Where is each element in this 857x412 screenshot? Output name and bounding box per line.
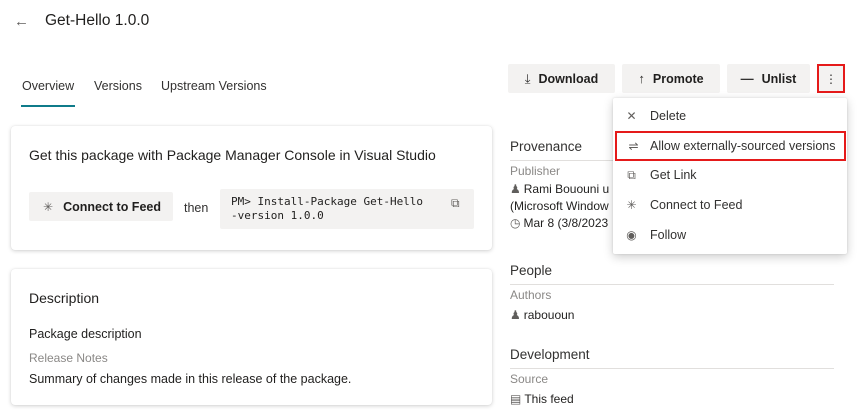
person-icon: ♟ bbox=[510, 182, 521, 196]
people-divider bbox=[510, 284, 834, 285]
install-card-heading: Get this package with Package Manager Co… bbox=[29, 147, 436, 163]
download-label: Download bbox=[538, 71, 599, 86]
unlist-label: Unlist bbox=[761, 71, 797, 86]
package-description: Package description bbox=[29, 327, 142, 341]
unlist-button[interactable]: — Unlist bbox=[727, 64, 810, 93]
install-card: Get this package with Package Manager Co… bbox=[11, 126, 492, 250]
feed-icon: ▤ bbox=[510, 392, 522, 406]
source-label: Source bbox=[510, 372, 549, 386]
back-arrow-icon[interactable]: ← bbox=[14, 13, 32, 31]
minus-icon: — bbox=[740, 71, 754, 86]
more-vertical-icon: ⋮ bbox=[825, 71, 837, 86]
plug-icon: ✳ bbox=[626, 198, 637, 212]
author-name: ♟ rabououn bbox=[510, 308, 575, 322]
menu-item-delete[interactable]: ✕ Delete bbox=[613, 102, 847, 130]
more-options-button[interactable]: ⋮ bbox=[817, 64, 845, 93]
install-command[interactable]: PM> Install-Package Get-Hello -version 1… bbox=[220, 189, 474, 229]
menu-item-follow[interactable]: ◉ Follow bbox=[613, 221, 847, 249]
publisher-org: (Microsoft Window bbox=[510, 199, 609, 213]
authors-label: Authors bbox=[510, 288, 552, 302]
download-button[interactable]: ⤓ Download bbox=[508, 64, 615, 93]
then-label: then bbox=[184, 201, 209, 215]
more-options-menu: ✕ Delete ⇌ Allow externally-sourced vers… bbox=[613, 98, 847, 254]
arrow-up-icon: ↑ bbox=[638, 71, 645, 86]
sliders-icon: ⇌ bbox=[628, 139, 639, 153]
connect-to-feed-label: Connect to Feed bbox=[63, 199, 161, 214]
tab-active-indicator bbox=[21, 105, 75, 107]
menu-item-allow-externally-sourced-versions[interactable]: ⇌ Allow externally-sourced versions bbox=[615, 131, 846, 161]
download-icon: ⤓ bbox=[524, 70, 531, 86]
page-title: Get-Hello 1.0.0 bbox=[45, 12, 150, 29]
connect-to-feed-button[interactable]: ✳ Connect to Feed bbox=[29, 192, 173, 221]
copy-icon: ⧉ bbox=[627, 167, 636, 182]
clock-icon: ◷ bbox=[510, 216, 521, 230]
tab-overview[interactable]: Overview bbox=[22, 79, 74, 93]
menu-item-connect-to-feed[interactable]: ✳ Connect to Feed bbox=[613, 191, 847, 219]
publisher-label: Publisher bbox=[510, 164, 561, 178]
description-card: Description Package description Release … bbox=[11, 269, 492, 405]
eye-icon: ◉ bbox=[626, 228, 637, 242]
close-icon: ✕ bbox=[626, 109, 637, 123]
tab-versions[interactable]: Versions bbox=[94, 79, 142, 93]
people-title: People bbox=[510, 263, 553, 278]
promote-button[interactable]: ↑ Promote bbox=[622, 64, 720, 93]
development-divider bbox=[510, 368, 834, 369]
copy-icon[interactable]: ⧉ bbox=[451, 196, 460, 211]
publish-date: ◷ Mar 8 (3/8/2023 bbox=[510, 216, 609, 230]
tab-upstream-versions[interactable]: Upstream Versions bbox=[161, 79, 267, 93]
person-icon: ♟ bbox=[510, 308, 521, 322]
provenance-title: Provenance bbox=[510, 139, 583, 154]
menu-item-get-link[interactable]: ⧉ Get Link bbox=[613, 161, 847, 189]
source-value: ▤ This feed bbox=[510, 392, 574, 406]
publisher-name: ♟ Rami Bououni u bbox=[510, 182, 610, 196]
description-heading: Description bbox=[29, 290, 100, 306]
release-notes-value: Summary of changes made in this release … bbox=[29, 372, 352, 386]
plug-icon: ✳ bbox=[43, 199, 54, 214]
promote-label: Promote bbox=[652, 71, 704, 86]
release-notes-label: Release Notes bbox=[29, 351, 108, 365]
development-title: Development bbox=[510, 347, 590, 362]
